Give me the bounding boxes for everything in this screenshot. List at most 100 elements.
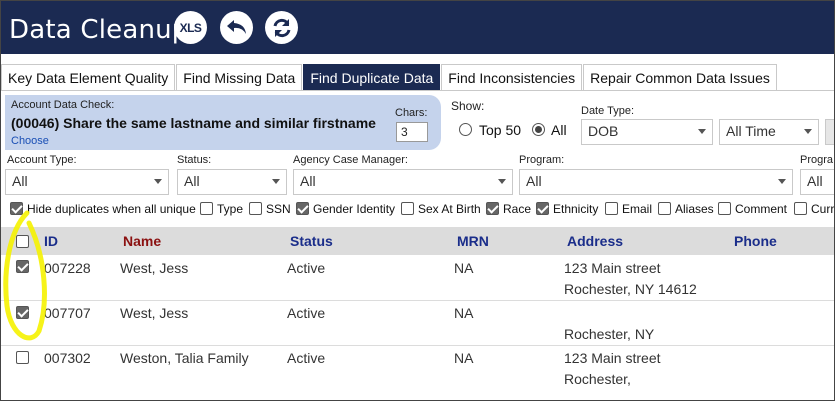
email-label: Email: [622, 202, 653, 216]
tab-find-duplicate-data[interactable]: Find Duplicate Data: [303, 64, 441, 91]
radio-all[interactable]: [532, 123, 545, 136]
comment-checkbox[interactable]: [718, 202, 731, 215]
account-type-label: Account Type:: [7, 154, 77, 166]
radio-top-50[interactable]: [459, 123, 472, 136]
row-mrn: NA: [454, 305, 474, 321]
date-type-value: DOB: [588, 123, 619, 139]
type-label: Type: [217, 202, 244, 216]
row-checkbox[interactable]: [16, 351, 29, 364]
app-header: Data Cleanup XLS: [1, 1, 834, 54]
radio-all-label: All: [551, 122, 567, 138]
column-header-phone[interactable]: Phone: [734, 233, 777, 249]
current-label: Curr: [811, 202, 835, 216]
row-address-line1: 123 Main street: [564, 260, 661, 276]
refresh-icon: [273, 18, 290, 37]
column-header-address[interactable]: Address: [567, 233, 623, 249]
choose-link[interactable]: Choose: [11, 135, 49, 147]
chevron-down-icon: [154, 179, 162, 184]
row-checkbox[interactable]: [16, 260, 29, 273]
row-status: Active: [287, 305, 326, 321]
race-checkbox[interactable]: [486, 202, 499, 215]
tab-key-data-element-quality[interactable]: Key Data Element Quality: [1, 64, 176, 91]
account-type-value: All: [12, 173, 28, 189]
column-header-mrn[interactable]: MRN: [457, 233, 489, 249]
agency-case-manager-select[interactable]: All: [293, 169, 513, 195]
row-address-line2: Rochester, NY: [564, 326, 655, 342]
ethnicity-label: Ethnicity: [553, 202, 599, 216]
row-divider: [1, 300, 834, 301]
row-mrn: NA: [454, 260, 474, 276]
row-id[interactable]: 007302: [44, 350, 91, 366]
chevron-down-icon: [804, 129, 812, 134]
aliases-label: Aliases: [675, 202, 714, 216]
row-name: West, Jess: [120, 260, 189, 276]
date-type-select[interactable]: DOB: [581, 119, 713, 145]
tab-divider: [1, 90, 834, 91]
refresh-button[interactable]: [265, 11, 298, 44]
select-all-checkbox[interactable]: [16, 235, 29, 248]
current-checkbox[interactable]: [794, 202, 807, 215]
chars-label: Chars:: [395, 107, 428, 119]
race-label: Race: [503, 202, 532, 216]
gender-identity-checkbox[interactable]: [296, 202, 309, 215]
radio-top-50-label: Top 50: [479, 122, 522, 138]
column-header-status[interactable]: Status: [290, 233, 333, 249]
ssn-checkbox[interactable]: [249, 202, 262, 215]
row-address-line2: Rochester,: [564, 371, 631, 387]
chevron-down-icon: [272, 179, 280, 184]
program-2-value: All: [807, 173, 823, 189]
gender-identity-label: Gender Identity: [313, 202, 396, 216]
date-type-label: Date Type:: [581, 105, 634, 117]
row-name: Weston, Talia Family: [120, 350, 249, 366]
tab-bar: Key Data Element Quality Find Missing Da…: [1, 64, 778, 91]
status-select[interactable]: All: [177, 169, 287, 195]
agency-case-manager-value: All: [300, 173, 316, 189]
account-type-select[interactable]: All: [5, 169, 169, 195]
row-id[interactable]: 007707: [44, 305, 91, 321]
account-data-check-label: Account Data Check:: [11, 99, 115, 111]
ssn-label: SSN: [266, 202, 291, 216]
chevron-down-icon: [498, 179, 506, 184]
program-2-label: Progra: [800, 154, 834, 166]
row-divider: [1, 345, 834, 346]
tab-find-missing-data[interactable]: Find Missing Data: [176, 64, 303, 91]
chevron-down-icon: [698, 129, 706, 134]
column-header-id[interactable]: ID: [44, 233, 58, 249]
xls-icon: XLS: [179, 20, 202, 35]
hide-duplicates-label: Hide duplicates when all unique: [27, 202, 196, 216]
account-data-check-value: (00046) Share the same lastname and simi…: [11, 115, 376, 131]
undo-icon: [226, 19, 246, 34]
chevron-down-icon: [778, 179, 786, 184]
email-checkbox[interactable]: [605, 202, 618, 215]
row-id[interactable]: 007228: [44, 260, 91, 276]
row-status: Active: [287, 260, 326, 276]
row-checkbox[interactable]: [16, 306, 29, 319]
status-value: All: [184, 173, 200, 189]
export-xls-button[interactable]: XLS: [174, 11, 207, 44]
tab-repair-common-data-issues[interactable]: Repair Common Data Issues: [583, 64, 777, 91]
ethnicity-checkbox[interactable]: [536, 202, 549, 215]
type-checkbox[interactable]: [200, 202, 213, 215]
row-status: Active: [287, 350, 326, 366]
status-label: Status:: [177, 154, 212, 166]
sex-at-birth-checkbox[interactable]: [401, 202, 414, 215]
date-range-select[interactable]: All Time: [719, 119, 819, 145]
aliases-checkbox[interactable]: [658, 202, 671, 215]
column-header-name[interactable]: Name: [123, 233, 161, 249]
chars-input[interactable]: 3: [396, 122, 428, 142]
show-label: Show:: [451, 99, 485, 113]
extra-control[interactable]: [825, 119, 834, 145]
program-2-select[interactable]: All: [800, 169, 834, 195]
app-title: Data Cleanup: [9, 15, 189, 45]
comment-label: Comment: [735, 202, 788, 216]
program-select[interactable]: All: [519, 169, 793, 195]
date-range-value: All Time: [726, 123, 776, 139]
account-data-check-panel: Account Data Check: (00046) Share the sa…: [5, 95, 441, 150]
row-address-line1: 123 Main street: [564, 350, 661, 366]
undo-button[interactable]: [220, 11, 253, 44]
hide-duplicates-checkbox[interactable]: [10, 202, 23, 215]
tab-find-inconsistencies[interactable]: Find Inconsistencies: [441, 64, 583, 91]
program-label: Program:: [519, 154, 565, 166]
row-mrn: NA: [454, 350, 474, 366]
row-address-line2: Rochester, NY 14612: [564, 281, 697, 297]
